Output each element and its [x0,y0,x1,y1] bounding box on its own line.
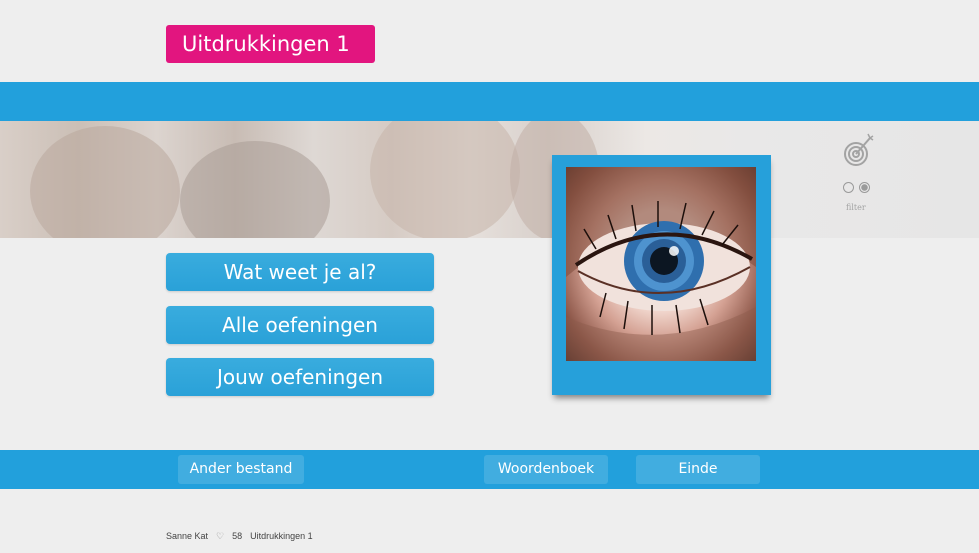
picture-frame [552,155,771,395]
lesson-name: Uitdrukkingen 1 [250,531,313,541]
eye-photo [566,167,756,361]
your-exercises-button[interactable]: Jouw oefeningen [166,358,434,396]
filter-label: filter [846,203,866,212]
score-count: 58 [232,531,243,541]
page-title: Uitdrukkingen 1 [166,25,375,63]
user-name: Sanne Kat [166,531,209,541]
end-button[interactable]: Einde [636,455,760,484]
other-file-button[interactable]: Ander bestand [178,455,304,484]
all-exercises-button[interactable]: Alle oefeningen [166,306,434,344]
filter-radio-on-icon[interactable] [859,182,870,193]
target-icon[interactable] [842,132,876,168]
filter-radio-off-icon[interactable] [843,182,854,193]
heart-icon: ♡ [216,531,225,541]
dictionary-button[interactable]: Woordenboek [484,455,608,484]
top-banner [0,82,979,121]
what-do-you-know-button[interactable]: Wat weet je al? [166,253,434,291]
header-photo-strip [0,121,979,238]
footer-status: Sanne Kat ♡ 58 Uitdrukkingen 1 [166,531,321,542]
